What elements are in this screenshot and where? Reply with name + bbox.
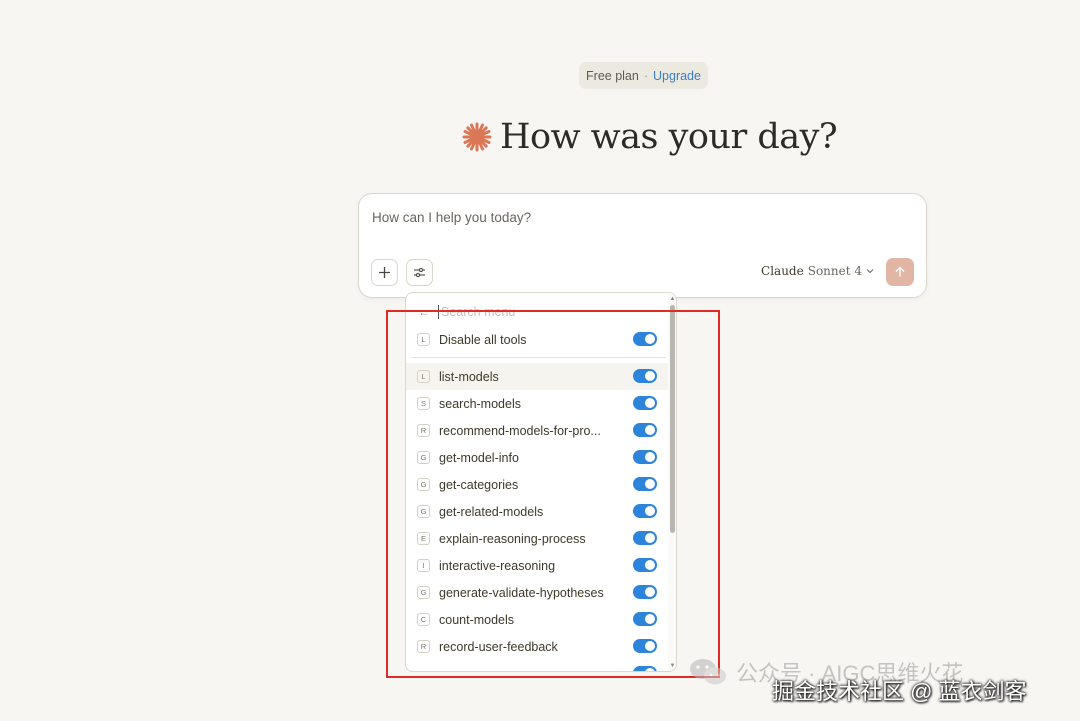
upgrade-link[interactable]: Upgrade <box>653 69 701 83</box>
plan-label: Free plan <box>586 68 639 83</box>
model-selector[interactable]: Claude Sonnet 4 <box>761 264 874 278</box>
greeting-text: How was your day? <box>500 117 838 157</box>
highlight-annotation <box>386 310 720 678</box>
plan-separator: · <box>643 68 649 83</box>
tools-button[interactable] <box>406 259 433 286</box>
sliders-icon <box>414 267 425 278</box>
send-button[interactable] <box>886 258 914 286</box>
model-name: Claude <box>761 264 804 278</box>
message-input[interactable]: How can I help you today? <box>372 210 531 225</box>
plus-icon <box>379 267 390 278</box>
credit-watermark: 掘金技术社区 @ 蓝衣剑客 <box>772 679 1027 704</box>
model-version: Sonnet 4 <box>807 264 862 278</box>
arrow-up-icon <box>895 266 905 277</box>
greeting: How was your day? <box>462 112 838 162</box>
add-button[interactable] <box>371 259 398 286</box>
chevron-down-icon <box>866 269 874 274</box>
scroll-up-icon[interactable]: ▲ <box>668 294 676 303</box>
composer: How can I help you today? Claude Sonnet … <box>358 193 927 298</box>
claude-sparkle-icon <box>462 122 492 152</box>
plan-badge: Free plan · Upgrade <box>579 62 708 89</box>
wechat-icon <box>690 659 726 685</box>
